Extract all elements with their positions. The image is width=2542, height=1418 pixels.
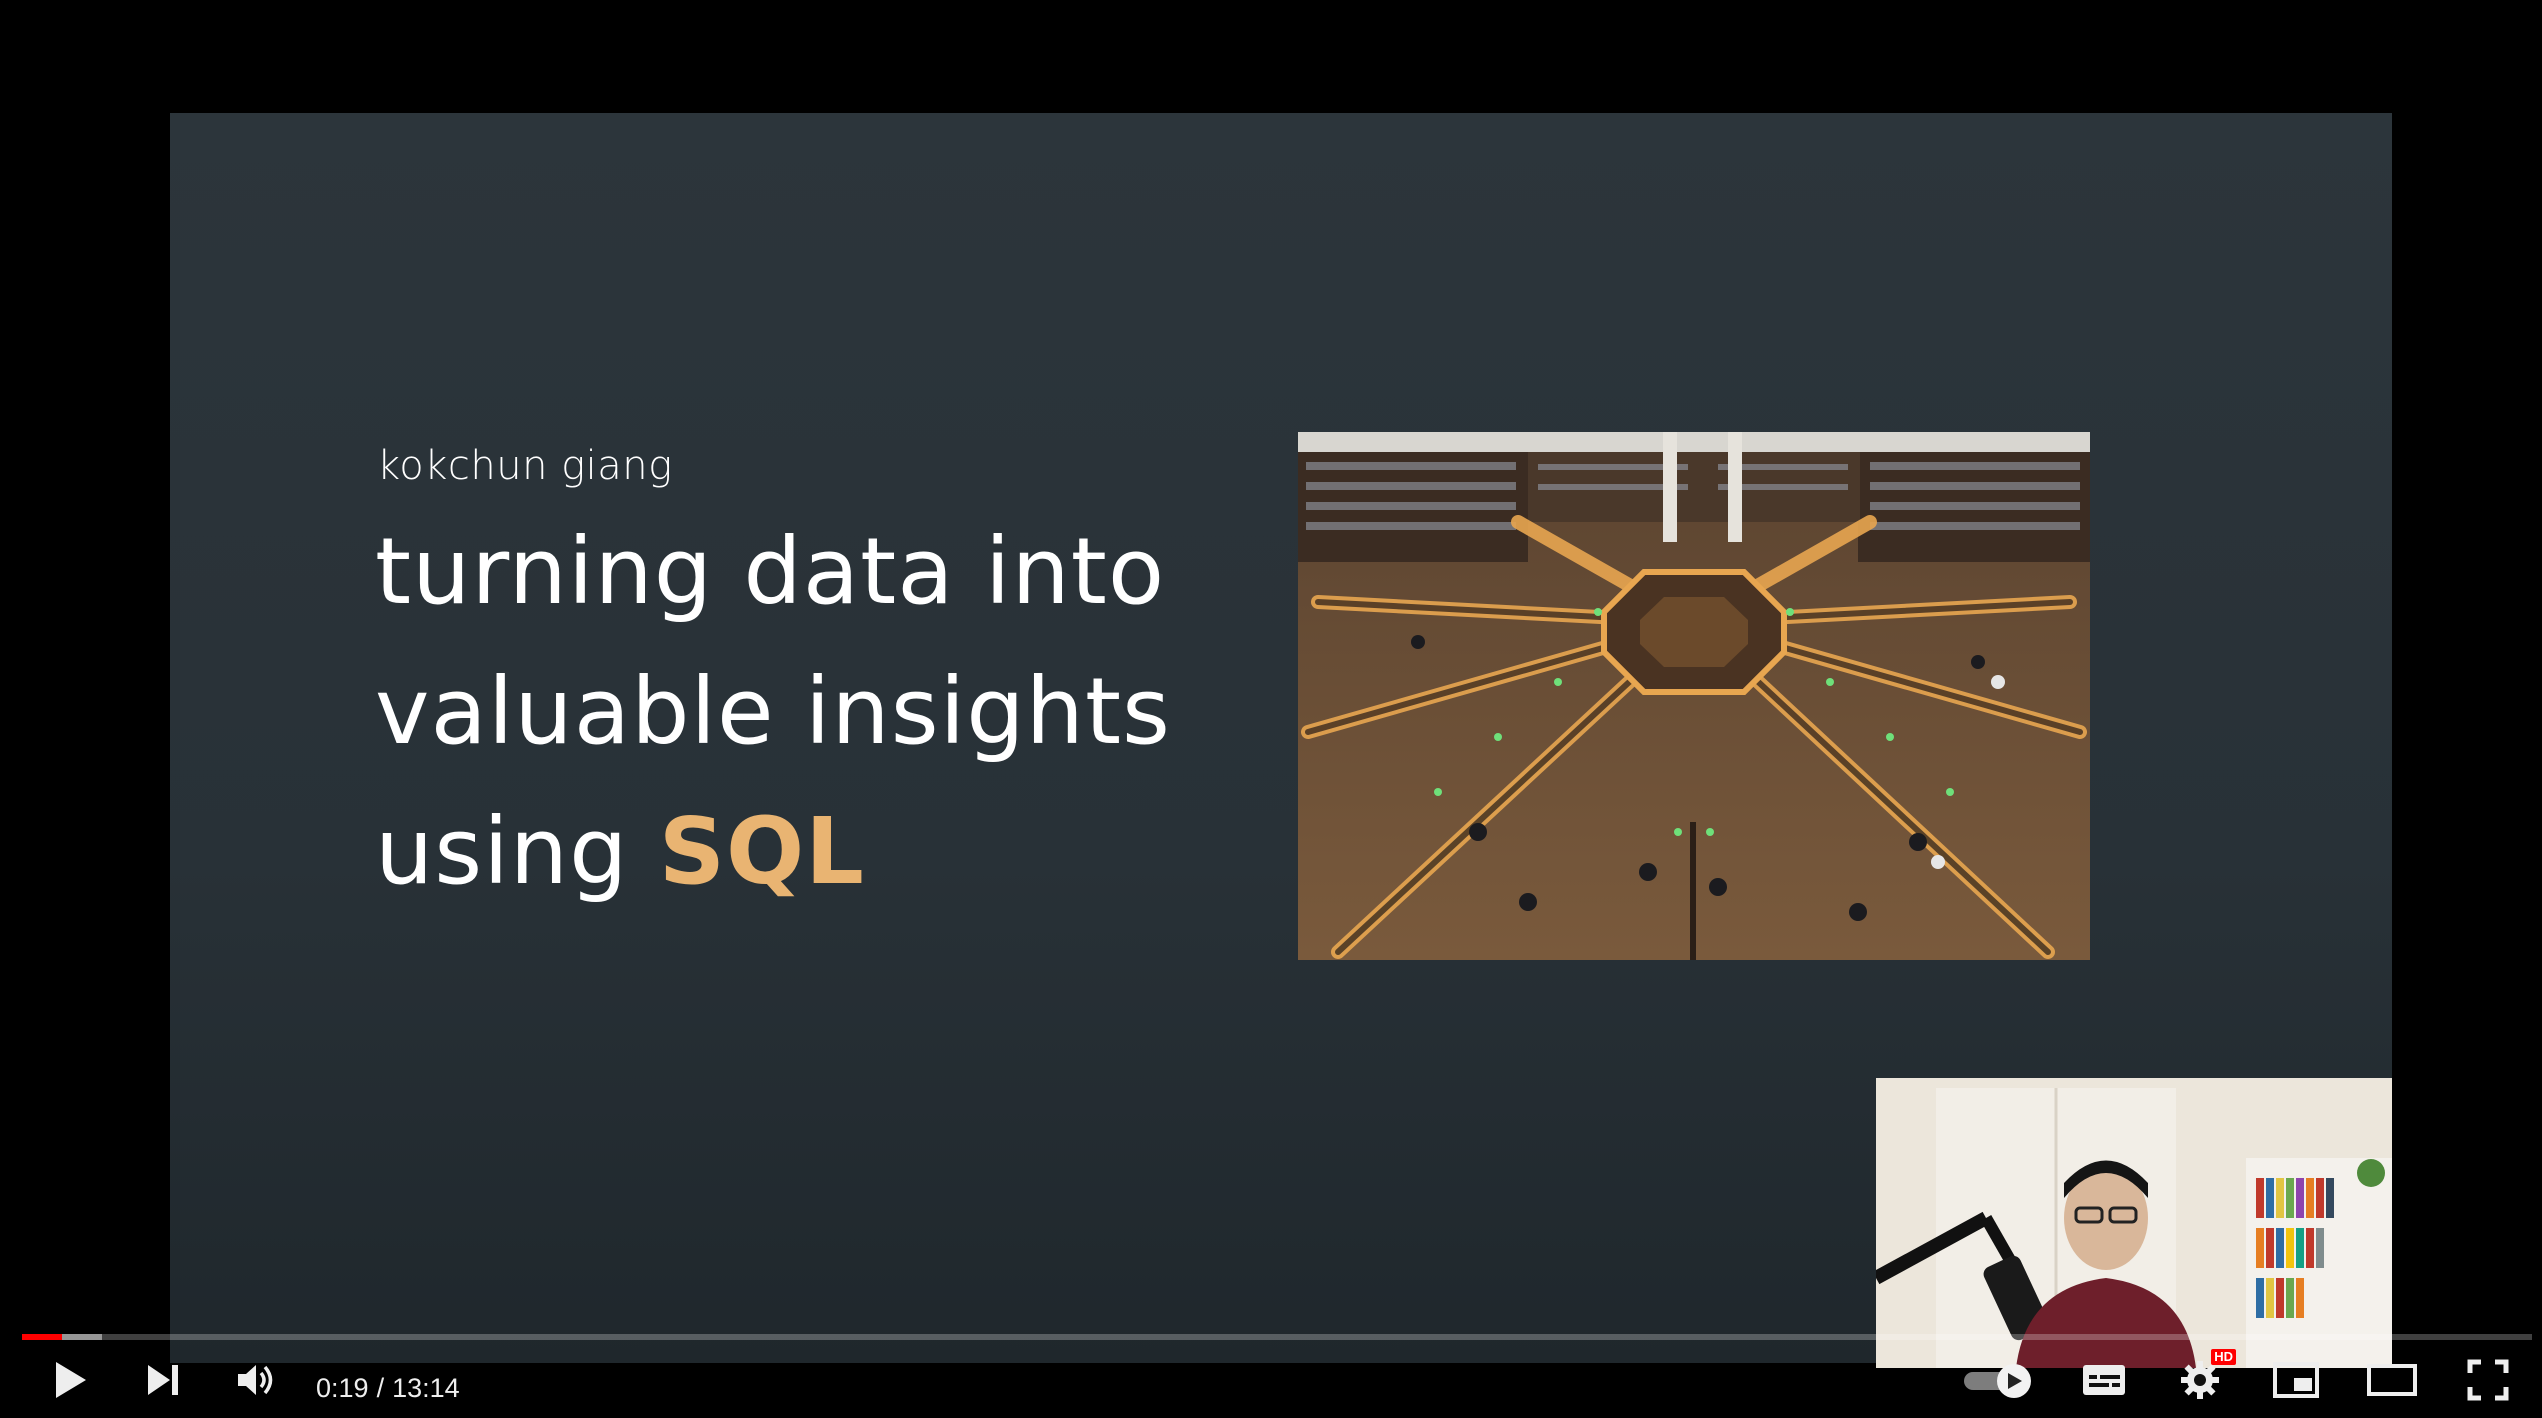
play-button[interactable] bbox=[38, 1345, 102, 1415]
progress-played bbox=[22, 1334, 63, 1340]
progress-bar[interactable] bbox=[22, 1334, 2532, 1340]
play-icon bbox=[56, 1362, 86, 1398]
slide-author: kokchun giang bbox=[377, 443, 673, 489]
autoplay-toggle-icon bbox=[1964, 1364, 2031, 1398]
fullscreen-button[interactable] bbox=[2458, 1345, 2518, 1415]
library-photo bbox=[1298, 432, 2090, 960]
volume-button[interactable] bbox=[224, 1345, 288, 1415]
video-player[interactable]: kokchun giang turning data into valuable… bbox=[0, 0, 2542, 1418]
miniplayer-icon bbox=[2273, 1362, 2319, 1398]
slide-title-line-3: using SQL bbox=[375, 798, 865, 905]
subtitles-button[interactable] bbox=[2074, 1345, 2134, 1415]
slide-title-line-1: turning data into bbox=[375, 518, 1166, 625]
next-icon bbox=[148, 1365, 178, 1395]
miniplayer-button[interactable] bbox=[2266, 1345, 2326, 1415]
current-time: 0:19 bbox=[316, 1372, 369, 1403]
autoplay-toggle[interactable] bbox=[1960, 1345, 2036, 1415]
slide-title-highlight: SQL bbox=[658, 798, 865, 905]
volume-icon bbox=[238, 1365, 273, 1395]
webcam-overlay bbox=[1876, 1078, 2392, 1368]
slide-title-line-2: valuable insights bbox=[375, 658, 1171, 765]
theater-mode-icon bbox=[2367, 1364, 2417, 1396]
next-button[interactable] bbox=[130, 1345, 194, 1415]
theater-mode-button[interactable] bbox=[2360, 1345, 2424, 1415]
settings-button[interactable]: HD bbox=[2170, 1345, 2236, 1415]
time-display: 0:19 / 13:14 bbox=[316, 1370, 460, 1406]
time-separator: / bbox=[376, 1372, 385, 1403]
subtitles-icon bbox=[2083, 1365, 2125, 1395]
slide-title-prefix: using bbox=[375, 798, 659, 905]
fullscreen-icon bbox=[2467, 1359, 2509, 1401]
duration: 13:14 bbox=[392, 1372, 460, 1403]
hd-badge: HD bbox=[2211, 1349, 2236, 1365]
